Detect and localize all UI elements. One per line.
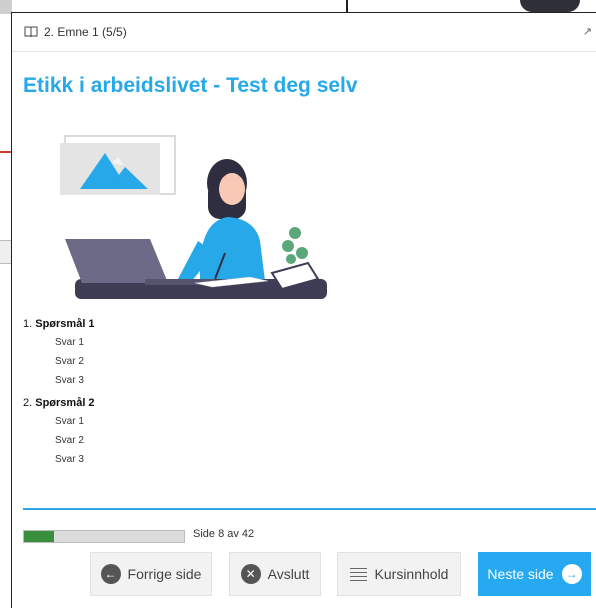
answer-option: Svar 3 [55,454,84,465]
progress-bar [23,530,185,543]
answer-option: Svar 2 [55,435,84,446]
answer-option: Svar 2 [55,356,84,367]
arrow-left-icon: ← [100,564,121,584]
question-item: 1. Spørsmål 1 Svar 1 Svar 2 Svar 3 [23,315,583,390]
course-contents-button[interactable]: Kursinnhold [337,552,461,596]
breadcrumb: 2. Emne 1 (5/5) [44,25,127,39]
arrow-right-icon: → [561,564,582,584]
page-counter: Side 8 av 42 [193,528,255,540]
page-title: Etikk i arbeidslivet - Test deg selv [23,74,358,97]
next-page-button[interactable]: Neste side → [478,552,591,596]
answer-option: Svar 1 [55,337,84,348]
previous-page-button[interactable]: ← Forrige side [90,552,212,596]
previous-page-label: Forrige side [127,566,202,582]
quit-button[interactable]: ✕ Avslutt [229,552,321,596]
answer-option: Svar 1 [55,416,84,427]
course-contents-label: Kursinnhold [374,566,449,582]
modal-header: 2. Emne 1 (5/5) ↗ [12,13,596,52]
question-number: 1. [23,318,33,330]
close-icon: ✕ [240,564,261,584]
question-list: 1. Spørsmål 1 Svar 1 Svar 2 Svar 3 2. Sp… [23,315,583,473]
quit-label: Avslutt [267,566,310,582]
question-number: 2. [23,397,33,409]
question-item: 2. Spørsmål 2 Svar 1 Svar 2 Svar 3 [23,394,583,469]
question-text: Spørsmål 2 [35,397,95,409]
background-border [346,0,348,12]
illustration-woman-laptop [60,135,327,299]
section-divider [23,508,596,510]
collapse-icon[interactable]: ↗ [583,25,592,38]
course-modal: 2. Emne 1 (5/5) ↗ Etikk i arbeidslivet -… [11,12,596,608]
answer-option: Svar 3 [55,375,84,386]
book-icon [24,26,38,38]
progress-fill [24,531,55,542]
list-icon [349,565,367,584]
background-shape [520,0,580,12]
question-text: Spørsmål 1 [35,318,95,330]
next-page-label: Neste side [487,566,554,582]
